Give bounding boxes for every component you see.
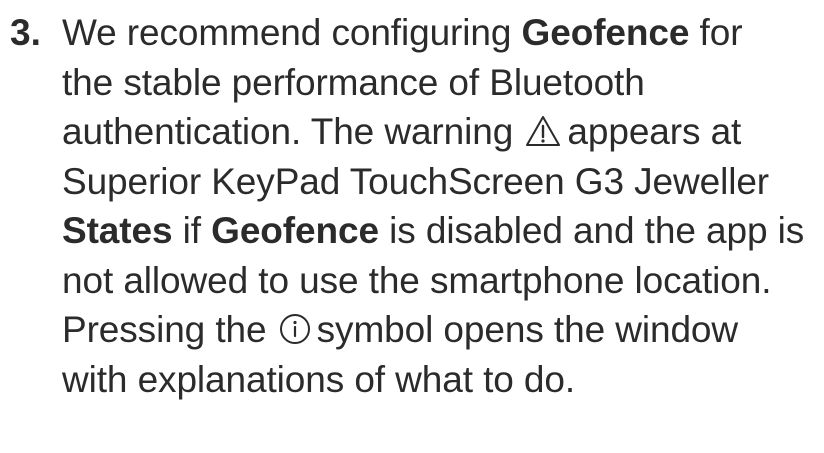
line-2: the stable performance of Bluetooth — [62, 61, 645, 103]
text-segment: for — [689, 12, 743, 53]
text-segment: symbol opens the window — [316, 309, 739, 350]
instruction-step-3: 3. We recommend configuring Geofence for… — [10, 8, 818, 404]
line-1: We recommend configuring Geofence for — [62, 8, 818, 58]
step-text: We recommend configuring Geofence for th… — [62, 8, 818, 404]
states-term: States — [62, 210, 173, 251]
line-5: States if Geofence is disabled and the a… — [62, 206, 818, 256]
geofence-term: Geofence — [211, 210, 379, 251]
line-6: not allowed to use the smartphone locati… — [62, 259, 772, 301]
text-segment: Pressing the — [62, 309, 277, 350]
step-number: 3. — [10, 12, 41, 53]
line-4: Superior KeyPad TouchScreen G3 Jeweller — [62, 160, 770, 202]
text-segment: We recommend configuring — [62, 12, 522, 53]
info-circle-icon — [279, 313, 311, 345]
line-7: Pressing the symbol opens the window — [62, 305, 818, 355]
warning-triangle-icon — [525, 115, 561, 147]
text-segment: if — [172, 210, 212, 251]
geofence-term: Geofence — [521, 12, 690, 53]
text-segment: is disabled and the app is — [378, 210, 805, 251]
line-3: authentication. The warning appears at — [62, 107, 818, 157]
text-segment: authentication. The warning — [62, 111, 524, 152]
line-8: with explanations of what to do. — [62, 358, 576, 400]
text-segment: appears at — [567, 111, 742, 152]
